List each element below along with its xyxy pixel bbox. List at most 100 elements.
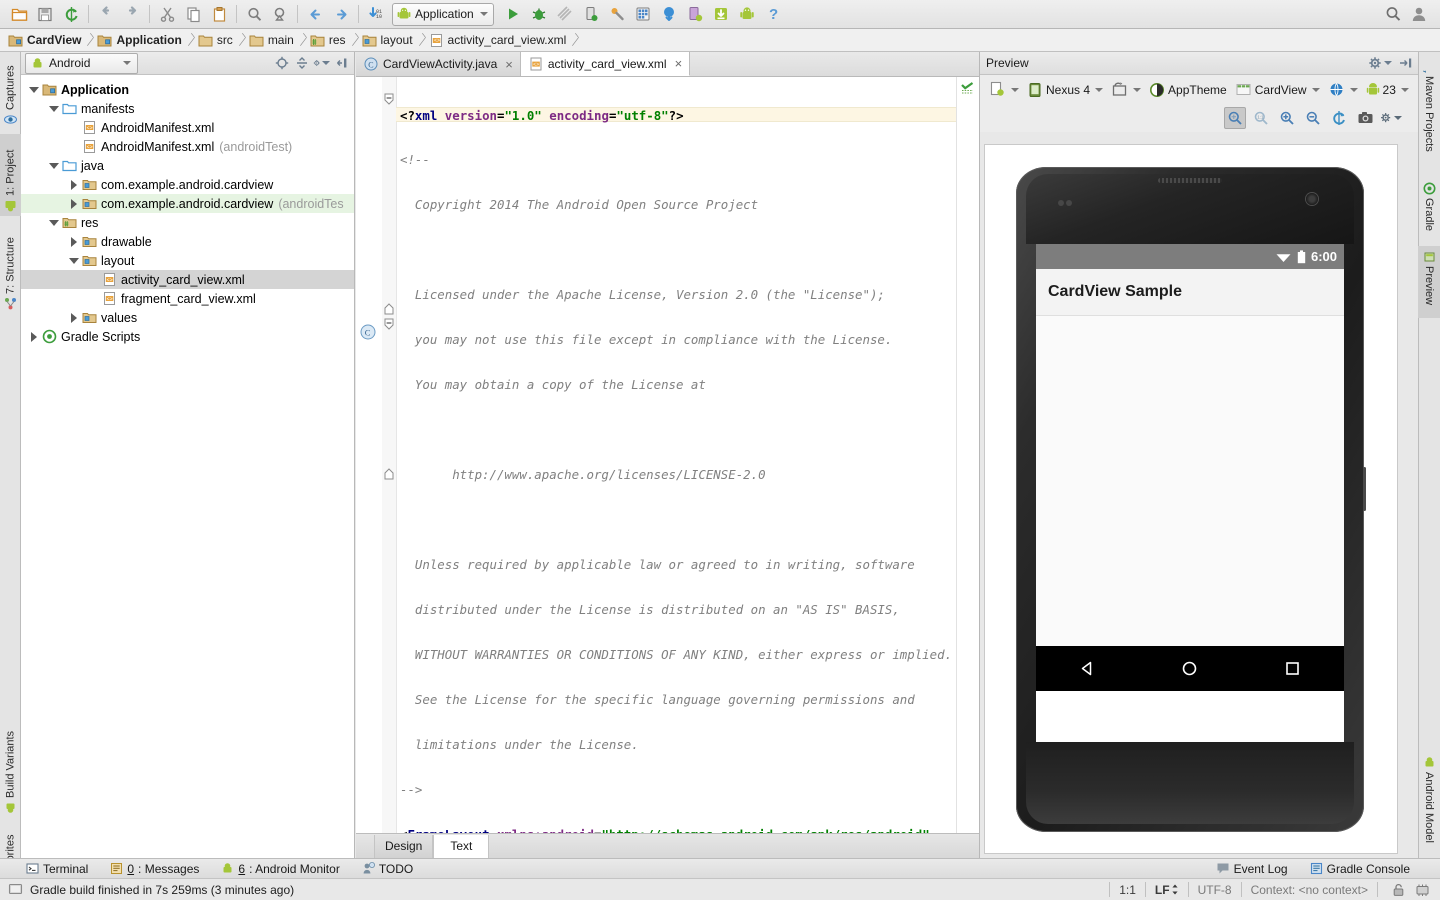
refresh-icon[interactable] — [1328, 107, 1350, 129]
breadcrumb-item-application[interactable]: Application — [97, 33, 183, 48]
tree-node-res[interactable]: res — [21, 213, 354, 232]
preview-locale-selector[interactable] — [1325, 79, 1361, 100]
back-icon[interactable] — [302, 2, 328, 26]
attach-debugger-icon[interactable] — [578, 2, 604, 26]
close-icon[interactable]: × — [505, 57, 513, 72]
preview-device-selector[interactable]: Nexus 4 — [1024, 80, 1106, 100]
sync-gradle-icon[interactable] — [656, 2, 682, 26]
preview-api-selector[interactable]: 23 — [1363, 80, 1412, 100]
sidebar-item-project[interactable]: 1: Project — [0, 134, 21, 216]
copy-icon[interactable] — [180, 2, 206, 26]
file-encoding[interactable]: UTF-8 — [1187, 882, 1241, 897]
update-project-icon[interactable]: 01 10 — [363, 2, 389, 26]
user-account-icon[interactable] — [1406, 2, 1432, 26]
sidebar-item-gradle[interactable]: Gradle — [1418, 178, 1440, 244]
breadcrumb-item-src[interactable]: src — [198, 33, 235, 48]
tree-node-gradle-scripts[interactable]: Gradle Scripts — [21, 327, 354, 346]
chevron-down-icon[interactable] — [123, 61, 131, 65]
bottom-item-android-monitor[interactable]: 6: Android Monitor — [221, 862, 340, 876]
hide-panel-icon[interactable] — [333, 55, 350, 72]
close-icon[interactable]: × — [675, 56, 683, 71]
editor-tab-cardviewactivity[interactable]: C CardViewActivity.java × — [356, 52, 521, 76]
preview-config-file-selector[interactable] — [986, 79, 1022, 100]
sidebar-item-build-variants[interactable]: Build Variants — [0, 712, 21, 818]
cut-icon[interactable] — [154, 2, 180, 26]
tree-node-androidmanifest[interactable]: <> AndroidManifest.xml — [21, 118, 354, 137]
breadcrumb-item-cardview[interactable]: CardView — [8, 33, 83, 48]
bottom-item-event-log[interactable]: Event Log — [1216, 862, 1288, 876]
preview-activity-selector[interactable]: CardView — [1232, 79, 1323, 100]
context-indicator[interactable]: Context: <no context> — [1240, 882, 1377, 897]
debug-icon[interactable] — [526, 2, 552, 26]
sync-icon[interactable] — [58, 2, 84, 26]
tree-node-application[interactable]: Application — [21, 80, 354, 99]
tree-node-package-cardview[interactable]: com.example.android.cardview — [21, 175, 354, 194]
avd-manager-icon[interactable] — [630, 2, 656, 26]
breadcrumb-item-layout[interactable]: layout — [362, 33, 415, 48]
sidebar-item-structure[interactable]: 7: Structure — [0, 220, 21, 314]
search-icon[interactable] — [1380, 2, 1406, 26]
tree-node-values[interactable]: values — [21, 308, 354, 327]
build-status-icon[interactable] — [8, 882, 23, 897]
redo-icon[interactable] — [119, 2, 145, 26]
sidebar-item-preview[interactable]: Preview — [1418, 246, 1440, 318]
chevron-down-icon[interactable] — [47, 156, 61, 175]
help-icon[interactable]: ? — [760, 2, 786, 26]
chevron-right-icon[interactable] — [67, 232, 81, 251]
replace-icon[interactable] — [267, 2, 293, 26]
run-icon[interactable] — [500, 2, 526, 26]
tree-node-androidmanifest-test[interactable]: <> AndroidManifest.xml (androidTest) — [21, 137, 354, 156]
tree-node-drawable[interactable]: drawable — [21, 232, 354, 251]
find-icon[interactable] — [241, 2, 267, 26]
tree-node-manifests[interactable]: manifests — [21, 99, 354, 118]
chevron-right-icon[interactable] — [67, 308, 81, 327]
memory-icon[interactable] — [1415, 883, 1430, 897]
sdk-manager-icon[interactable] — [604, 2, 630, 26]
tab-text[interactable]: Text — [433, 834, 490, 858]
breadcrumb-item-main[interactable]: main — [249, 33, 296, 48]
chevron-down-icon[interactable] — [47, 213, 61, 232]
preview-canvas[interactable]: 6:00 CardView Sample — [984, 144, 1398, 854]
zoom-in-icon[interactable] — [1276, 107, 1298, 129]
sidebar-item-maven-projects[interactable]: m Maven Projects — [1418, 56, 1440, 174]
undo-icon[interactable] — [93, 2, 119, 26]
code-folding-column[interactable] — [382, 77, 397, 833]
collapse-all-icon[interactable] — [293, 55, 310, 72]
device-screen[interactable]: 6:00 CardView Sample — [1036, 244, 1344, 742]
sidebar-item-captures[interactable]: Captures — [0, 52, 21, 130]
bottom-item-todo[interactable]: TODO — [362, 862, 413, 876]
project-view-selector[interactable]: Android — [25, 52, 138, 74]
editor-tab-activity-card-view[interactable]: <> activity_card_view.xml × — [520, 52, 691, 76]
chevron-down-icon[interactable] — [27, 80, 41, 99]
bottom-item-terminal[interactable]: Terminal — [26, 862, 88, 876]
save-all-icon[interactable] — [32, 2, 58, 26]
open-folder-icon[interactable] — [6, 2, 32, 26]
preview-theme-selector[interactable]: AppTheme — [1146, 80, 1230, 100]
bottom-item-messages[interactable]: 0: Messages — [110, 862, 199, 876]
tree-node-java[interactable]: java — [21, 156, 354, 175]
chevron-right-icon[interactable] — [67, 194, 81, 213]
sidebar-item-android-model[interactable]: Android Model — [1418, 752, 1440, 866]
chevron-right-icon[interactable] — [27, 327, 41, 346]
editor-gutter[interactable]: C — [356, 77, 383, 833]
chevron-down-icon[interactable] — [67, 251, 81, 270]
chevron-right-icon[interactable] — [67, 175, 81, 194]
tab-design[interactable]: Design — [374, 834, 434, 858]
coverage-icon[interactable] — [552, 2, 578, 26]
tree-node-fragment-card-view[interactable]: <> fragment_card_view.xml — [21, 289, 354, 308]
hide-panel-icon[interactable] — [1398, 56, 1412, 70]
caret-position[interactable]: 1:1 — [1109, 882, 1145, 897]
tree-node-activity-card-view[interactable]: <> activity_card_view.xml — [21, 270, 354, 289]
bottom-item-gradle-console[interactable]: Gradle Console — [1310, 862, 1410, 876]
breadcrumb-item-file[interactable]: <> activity_card_view.xml — [429, 33, 569, 48]
line-separator[interactable]: LF — [1144, 882, 1188, 897]
breadcrumb-item-res[interactable]: res — [310, 33, 348, 48]
preview-orientation-selector[interactable] — [1108, 79, 1144, 100]
preview-settings-icon[interactable] — [1380, 107, 1402, 129]
sdk-update-icon[interactable] — [708, 2, 734, 26]
locate-icon[interactable] — [273, 55, 290, 72]
paste-icon[interactable] — [206, 2, 232, 26]
zoom-out-icon[interactable] — [1302, 107, 1324, 129]
code-text[interactable]: <?xml version="1.0" encoding="utf-8"?> <… — [396, 77, 957, 833]
forward-icon[interactable] — [328, 2, 354, 26]
